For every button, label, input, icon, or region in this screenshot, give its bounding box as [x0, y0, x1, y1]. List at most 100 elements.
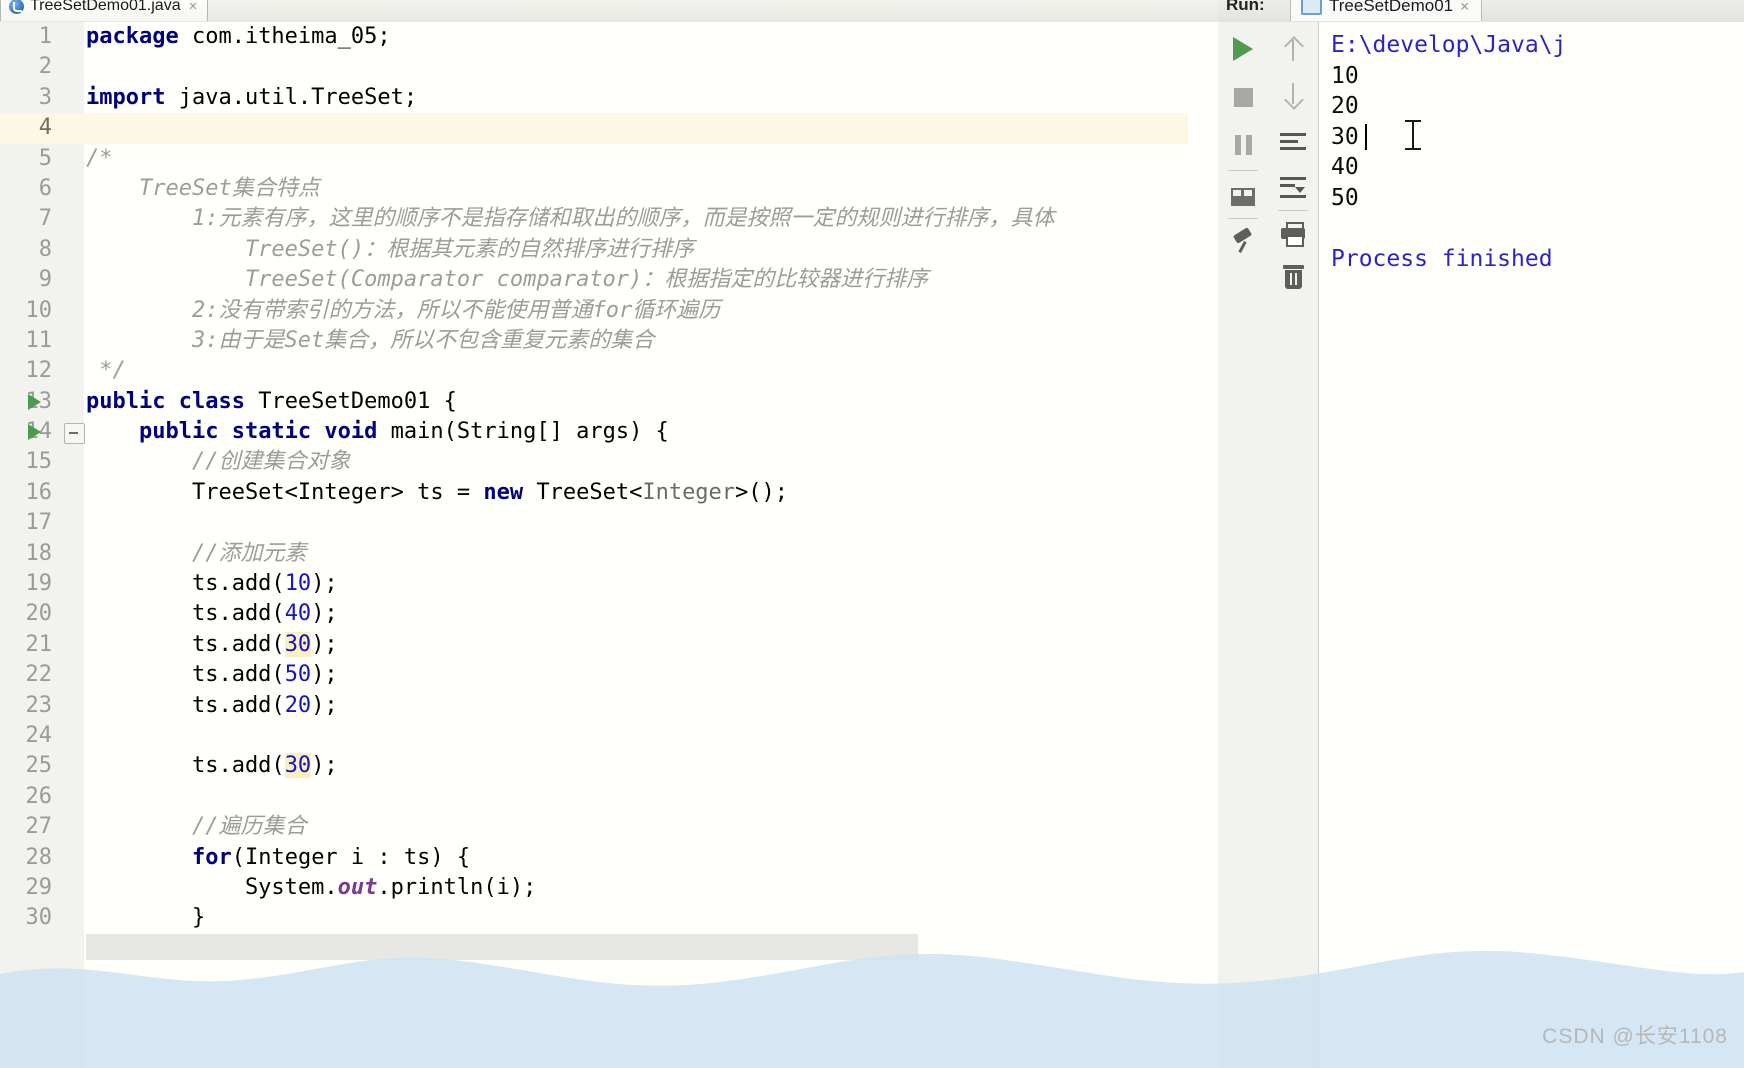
close-icon[interactable]: × [189, 0, 198, 15]
editor-marker-strip[interactable] [1188, 22, 1218, 1068]
code-token: (Integer i : ts) { [231, 844, 471, 870]
code-line[interactable]: 7 1:元素有序，这里的顺序不是指存储和取出的顺序，而是按照一定的规则进行排序，… [0, 204, 1218, 234]
console-button[interactable] [1218, 174, 1268, 220]
code-line[interactable]: 2 [0, 52, 1218, 82]
code-line[interactable]: 13 public class TreeSetDemo01 { [0, 387, 1218, 417]
code-token: Integer [642, 479, 736, 505]
code-token: new [483, 479, 524, 505]
run-gutter-icon[interactable] [28, 393, 41, 410]
line-number: 2 [38, 54, 52, 80]
code-text: 2:没有带索引的方法，所以不能使用普通for循环遍历 [86, 296, 720, 326]
ide-window: TreeSetDemo01.java × 1 package com.itheim… [0, 0, 1744, 1068]
code-line[interactable]: 8 TreeSet()：根据其元素的自然排序进行排序 [0, 235, 1218, 265]
line-number: 24 [25, 722, 53, 748]
editor-tab-treesetdemo01[interactable]: TreeSetDemo01.java × [0, 0, 209, 21]
print-button[interactable] [1268, 210, 1318, 256]
code-token: //添加元素 [191, 540, 307, 566]
code-text: 1:元素有序，这里的顺序不是指存储和取出的顺序，而是按照一定的规则进行排序，具体 [86, 204, 1055, 234]
code-line[interactable]: 28 for(Integer i : ts) { [0, 843, 1218, 873]
console-line: 20 [1331, 93, 1359, 119]
code-token: ts.add( [86, 631, 285, 657]
code-line[interactable]: 6 TreeSet集合特点 [0, 174, 1218, 204]
console-icon [1231, 188, 1255, 206]
soft-wrap-button[interactable] [1268, 118, 1318, 164]
code-line[interactable]: 3 import java.util.TreeSet; [0, 83, 1218, 113]
code-line[interactable]: 27 //遍历集合 [0, 812, 1218, 842]
stop-button[interactable] [1218, 74, 1268, 120]
up-stacktrace-button[interactable] [1268, 26, 1318, 72]
arrow-down-icon [1283, 82, 1303, 108]
rerun-button[interactable] [1218, 26, 1268, 72]
printer-icon [1281, 222, 1305, 247]
code-line[interactable]: 29 System.out.println(i); [0, 873, 1218, 903]
code-line[interactable]: 9 TreeSet(Comparator comparator)：根据指定的比较… [0, 265, 1218, 295]
code-line[interactable]: 1 package com.itheima_05; [0, 22, 1218, 52]
code-line[interactable]: 25 ts.add(30); [0, 751, 1218, 781]
code-token: main(String[] args) { [377, 419, 669, 445]
code-token: ); [311, 662, 338, 688]
code-line[interactable]: 5 /* [0, 144, 1218, 174]
line-number: 29 [25, 874, 53, 900]
code-line[interactable]: 21 ts.add(30); [0, 630, 1218, 660]
close-icon[interactable]: × [1460, 0, 1469, 15]
console-line[interactable]: Process finished [1331, 244, 1553, 275]
code-line[interactable]: 11 3:由于是Set集合，所以不包含重复元素的集合 [0, 326, 1218, 356]
pin-tab-button[interactable] [1218, 218, 1268, 264]
run-tab-treesetdemo01[interactable]: TreeSetDemo01 × [1290, 0, 1483, 21]
code-token: ); [311, 631, 338, 657]
code-line[interactable]: 4 [0, 113, 1218, 144]
console-line[interactable]: E:\develop\Java\j [1331, 30, 1566, 61]
code-line[interactable]: 24 [0, 721, 1218, 751]
code-text: ts.add(30); [86, 751, 338, 781]
code-text: public class TreeSetDemo01 { [86, 387, 457, 417]
play-icon [1233, 37, 1253, 61]
code-token: 30 [284, 631, 312, 657]
code-line[interactable]: 19 ts.add(10); [0, 569, 1218, 599]
code-line[interactable]: 18 //添加元素 [0, 539, 1218, 569]
line-number: 1 [38, 24, 52, 49]
code-line[interactable]: 17 [0, 508, 1218, 538]
line-number: 3 [38, 84, 52, 110]
down-stacktrace-button[interactable] [1268, 72, 1318, 118]
console-output[interactable]: E:\develop\Java\j 10 20 30 40 50 Process finis… [1319, 22, 1744, 1068]
arrow-up-icon [1283, 36, 1303, 62]
run-window-title: Run: [1226, 0, 1265, 14]
caret-row-highlight [0, 113, 1218, 144]
code-line[interactable]: 23 ts.add(20); [0, 691, 1218, 721]
run-gutter-icon[interactable] [28, 424, 41, 441]
code-token: 2:没有带索引的方法，所以不能使用普通for循环遍历 [86, 297, 721, 323]
clear-all-button[interactable] [1268, 254, 1318, 300]
run-tool-window: Run: TreeSetDemo01 × E:\develop\Java\j 1… [1218, 0, 1744, 1068]
line-number: 25 [25, 753, 53, 779]
code-line[interactable]: 30 } [0, 903, 1218, 933]
code-line[interactable]: 22 ts.add(50); [0, 660, 1218, 690]
code-line[interactable]: 16 TreeSet<Integer> ts = new TreeSet<Int… [0, 478, 1218, 508]
pin-icon [1231, 229, 1255, 253]
line-number: 7 [38, 206, 52, 232]
toolbar-divider [1228, 170, 1258, 171]
code-token: ts.add( [86, 662, 285, 688]
line-number: 10 [25, 297, 53, 323]
line-number: 6 [38, 175, 52, 201]
scroll-to-end-button[interactable] [1268, 164, 1318, 210]
line-number: 18 [25, 540, 53, 566]
code-line[interactable]: 20 ts.add(40); [0, 599, 1218, 629]
line-number: 28 [25, 844, 53, 870]
line-number: 30 [25, 905, 53, 931]
code-line[interactable]: 10 2:没有带索引的方法，所以不能使用普通for循环遍历 [0, 296, 1218, 326]
code-token: //创建集合对象 [191, 449, 351, 475]
console-line: 40 [1331, 154, 1359, 180]
pause-button[interactable] [1218, 122, 1268, 168]
code-line[interactable]: 15 //创建集合对象 [0, 447, 1218, 477]
code-line[interactable]: 14 public static void main(String[] args… [0, 417, 1218, 447]
code-token: ); [311, 692, 338, 718]
code-fold-icon[interactable] [64, 423, 85, 445]
console-line: 10 [1331, 62, 1359, 89]
code-line[interactable]: 26 [0, 782, 1218, 812]
mouse-ibeam-cursor [1405, 119, 1421, 150]
code-editor[interactable]: 1 package com.itheima_05; 2 3 import java.ut… [0, 22, 1218, 1068]
code-line[interactable]: 12 */ [0, 356, 1218, 386]
code-token: >(); [735, 479, 789, 505]
